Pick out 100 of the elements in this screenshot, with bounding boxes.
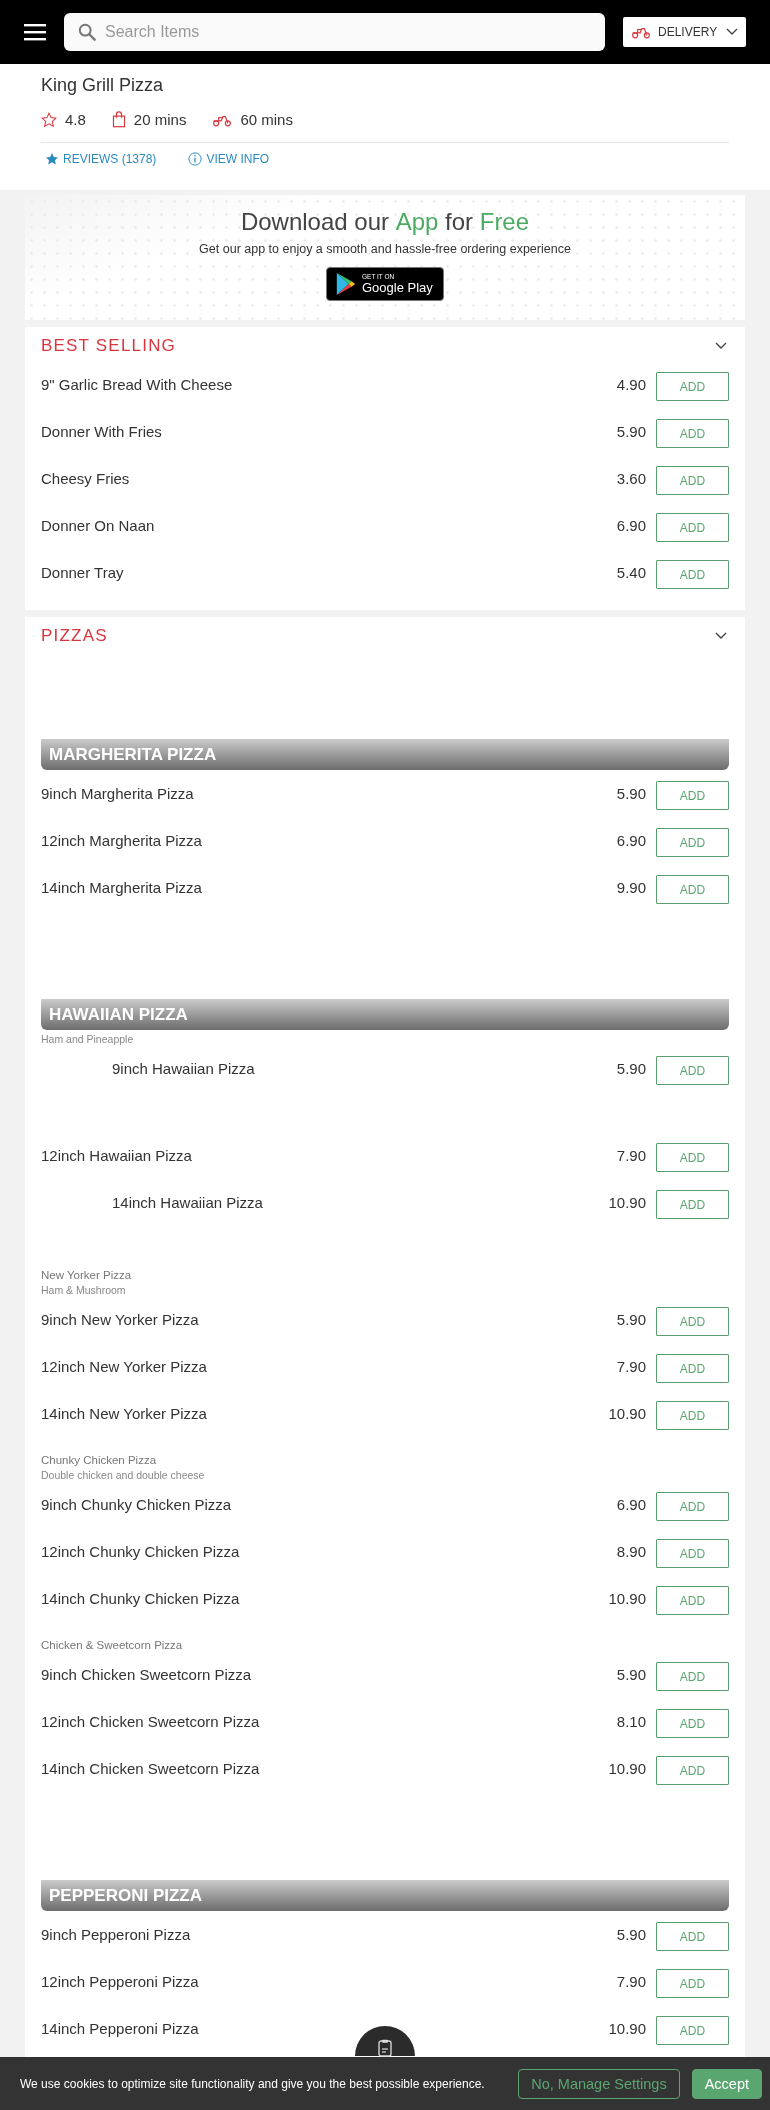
category-banner: PEPPERONI PIZZA: [41, 1880, 729, 1911]
item-name: 12inch Hawaiian Pizza: [41, 1146, 193, 1164]
item-name: 12inch Margherita Pizza: [41, 831, 203, 849]
item-price: 6.90: [616, 831, 646, 849]
cookie-message: We use cookies to optimize site functionality and give you the best possible experience.: [20, 2076, 486, 2091]
section-title: BEST SELLING: [41, 335, 177, 356]
collection-time: 20 mins: [133, 111, 187, 128]
add-button[interactable]: ADD: [656, 1056, 729, 1085]
chevron-down-icon[interactable]: [715, 631, 727, 640]
add-button[interactable]: ADD: [656, 560, 729, 589]
category-description: Ham and Pineapple: [41, 1032, 135, 1047]
rating-text: 4.8: [65, 111, 86, 128]
category-title: New Yorker Pizza: [41, 1268, 133, 1283]
add-button[interactable]: ADD: [656, 2016, 729, 2045]
add-button[interactable]: ADD: [656, 419, 729, 448]
item-name: Cheesy Fries: [41, 469, 131, 487]
add-button[interactable]: ADD: [656, 466, 729, 495]
item-price: 5.90: [616, 784, 646, 802]
search-icon: [78, 23, 96, 41]
category-title: Chicken & Sweetcorn Pizza: [41, 1638, 184, 1653]
item-price: 6.90: [616, 516, 646, 534]
item-price: 6.90: [616, 1495, 646, 1513]
add-button[interactable]: ADD: [656, 1401, 729, 1430]
category-description: Double chicken and double cheese: [41, 1468, 206, 1483]
item-price: 7.90: [616, 1972, 646, 1990]
item-name: 9inch New Yorker Pizza: [41, 1310, 200, 1328]
banner-title: Download our App for Free: [240, 208, 530, 236]
item-price: 3.60: [616, 469, 646, 487]
item-name: 14inch Pepperoni Pizza: [41, 2019, 200, 2037]
category-banner: HAWAIIAN PIZZA: [41, 999, 729, 1030]
add-button[interactable]: ADD: [656, 1662, 729, 1691]
item-price: 7.90: [616, 1357, 646, 1375]
add-button[interactable]: ADD: [656, 513, 729, 542]
item-price: 5.90: [616, 1665, 646, 1683]
view-info-link[interactable]: VIEW INFO: [188, 152, 270, 166]
item-price: 7.90: [616, 1146, 646, 1164]
search-field[interactable]: Search Items: [64, 13, 605, 51]
item-name: 9inch Chunky Chicken Pizza: [41, 1495, 233, 1513]
item-name: 9inch Chicken Sweetcorn Pizza: [41, 1665, 253, 1683]
manage-settings-button[interactable]: No, Manage Settings: [518, 2068, 680, 2099]
item-name: 12inch Pepperoni Pizza: [41, 1972, 200, 1990]
item-price: 5.90: [616, 422, 646, 440]
item-price: 5.90: [616, 1310, 646, 1328]
play-store-icon: [335, 272, 357, 296]
add-button[interactable]: ADD: [656, 1586, 729, 1615]
delivery-dropdown[interactable]: DELIVERY: [623, 17, 746, 47]
item-name: 9inch Hawaiian Pizza: [112, 1059, 256, 1077]
item-price: 5.90: [616, 1925, 646, 1943]
item-price: 5.90: [616, 1059, 646, 1077]
add-button[interactable]: ADD: [656, 372, 729, 401]
add-button[interactable]: ADD: [656, 1969, 729, 1998]
add-button[interactable]: ADD: [656, 1354, 729, 1383]
add-button[interactable]: ADD: [656, 828, 729, 857]
delivery-time: 60 mins: [240, 111, 293, 128]
category-description: Ham & Mushroom: [41, 1283, 127, 1298]
item-name: 14inch Chunky Chicken Pizza: [41, 1589, 241, 1607]
item-name: Donner On Naan: [41, 516, 156, 534]
add-button[interactable]: ADD: [656, 1143, 729, 1172]
add-button[interactable]: ADD: [656, 1709, 729, 1738]
item-price: 8.90: [616, 1542, 646, 1560]
star-icon: [45, 152, 59, 166]
menu-icon[interactable]: [24, 23, 46, 41]
add-button[interactable]: ADD: [656, 1190, 729, 1219]
item-name: Donner With Fries: [41, 422, 163, 440]
add-button[interactable]: ADD: [656, 1307, 729, 1336]
item-name: 14inch Hawaiian Pizza: [112, 1193, 264, 1211]
item-price: 4.90: [616, 375, 646, 393]
item-name: 14inch Margherita Pizza: [41, 878, 203, 896]
chevron-down-icon: [726, 28, 738, 36]
category-banner: MARGHERITA PIZZA: [41, 739, 729, 770]
bag-icon: [111, 111, 126, 128]
restaurant-name: King Grill Pizza: [41, 74, 165, 96]
item-name: 9" Garlic Bread With Cheese: [41, 375, 234, 393]
item-price: 10.90: [608, 1404, 646, 1422]
item-name: 12inch Chunky Chicken Pizza: [41, 1542, 241, 1560]
item-name: 14inch New Yorker Pizza: [41, 1404, 208, 1422]
item-name: 12inch New Yorker Pizza: [41, 1357, 208, 1375]
item-name: 14inch Chicken Sweetcorn Pizza: [41, 1759, 261, 1777]
chevron-down-icon[interactable]: [715, 341, 727, 350]
item-price: 10.90: [608, 1759, 646, 1777]
add-button[interactable]: ADD: [656, 875, 729, 904]
star-icon: [41, 111, 57, 128]
item-price: 10.90: [608, 1589, 646, 1607]
item-price: 5.40: [616, 563, 646, 581]
info-icon: [188, 152, 203, 166]
add-button[interactable]: ADD: [656, 781, 729, 810]
add-button[interactable]: ADD: [656, 1539, 729, 1568]
banner-subtitle: Get our app to enjoy a smooth and hassle-free ordering experience: [199, 242, 571, 256]
item-price: 9.90: [616, 878, 646, 896]
item-price: 10.90: [608, 2019, 646, 2037]
item-name: Donner Tray: [41, 563, 125, 581]
add-button[interactable]: ADD: [656, 1492, 729, 1521]
scooter-icon: [631, 25, 651, 39]
accept-button[interactable]: Accept: [691, 2068, 762, 2099]
add-button[interactable]: ADD: [656, 1756, 729, 1785]
item-name: 9inch Margherita Pizza: [41, 784, 195, 802]
reviews-link[interactable]: REVIEWS (1378): [45, 152, 157, 166]
item-name: 9inch Pepperoni Pizza: [41, 1925, 192, 1943]
clipboard-icon: [378, 2039, 392, 2057]
add-button[interactable]: ADD: [656, 1922, 729, 1951]
